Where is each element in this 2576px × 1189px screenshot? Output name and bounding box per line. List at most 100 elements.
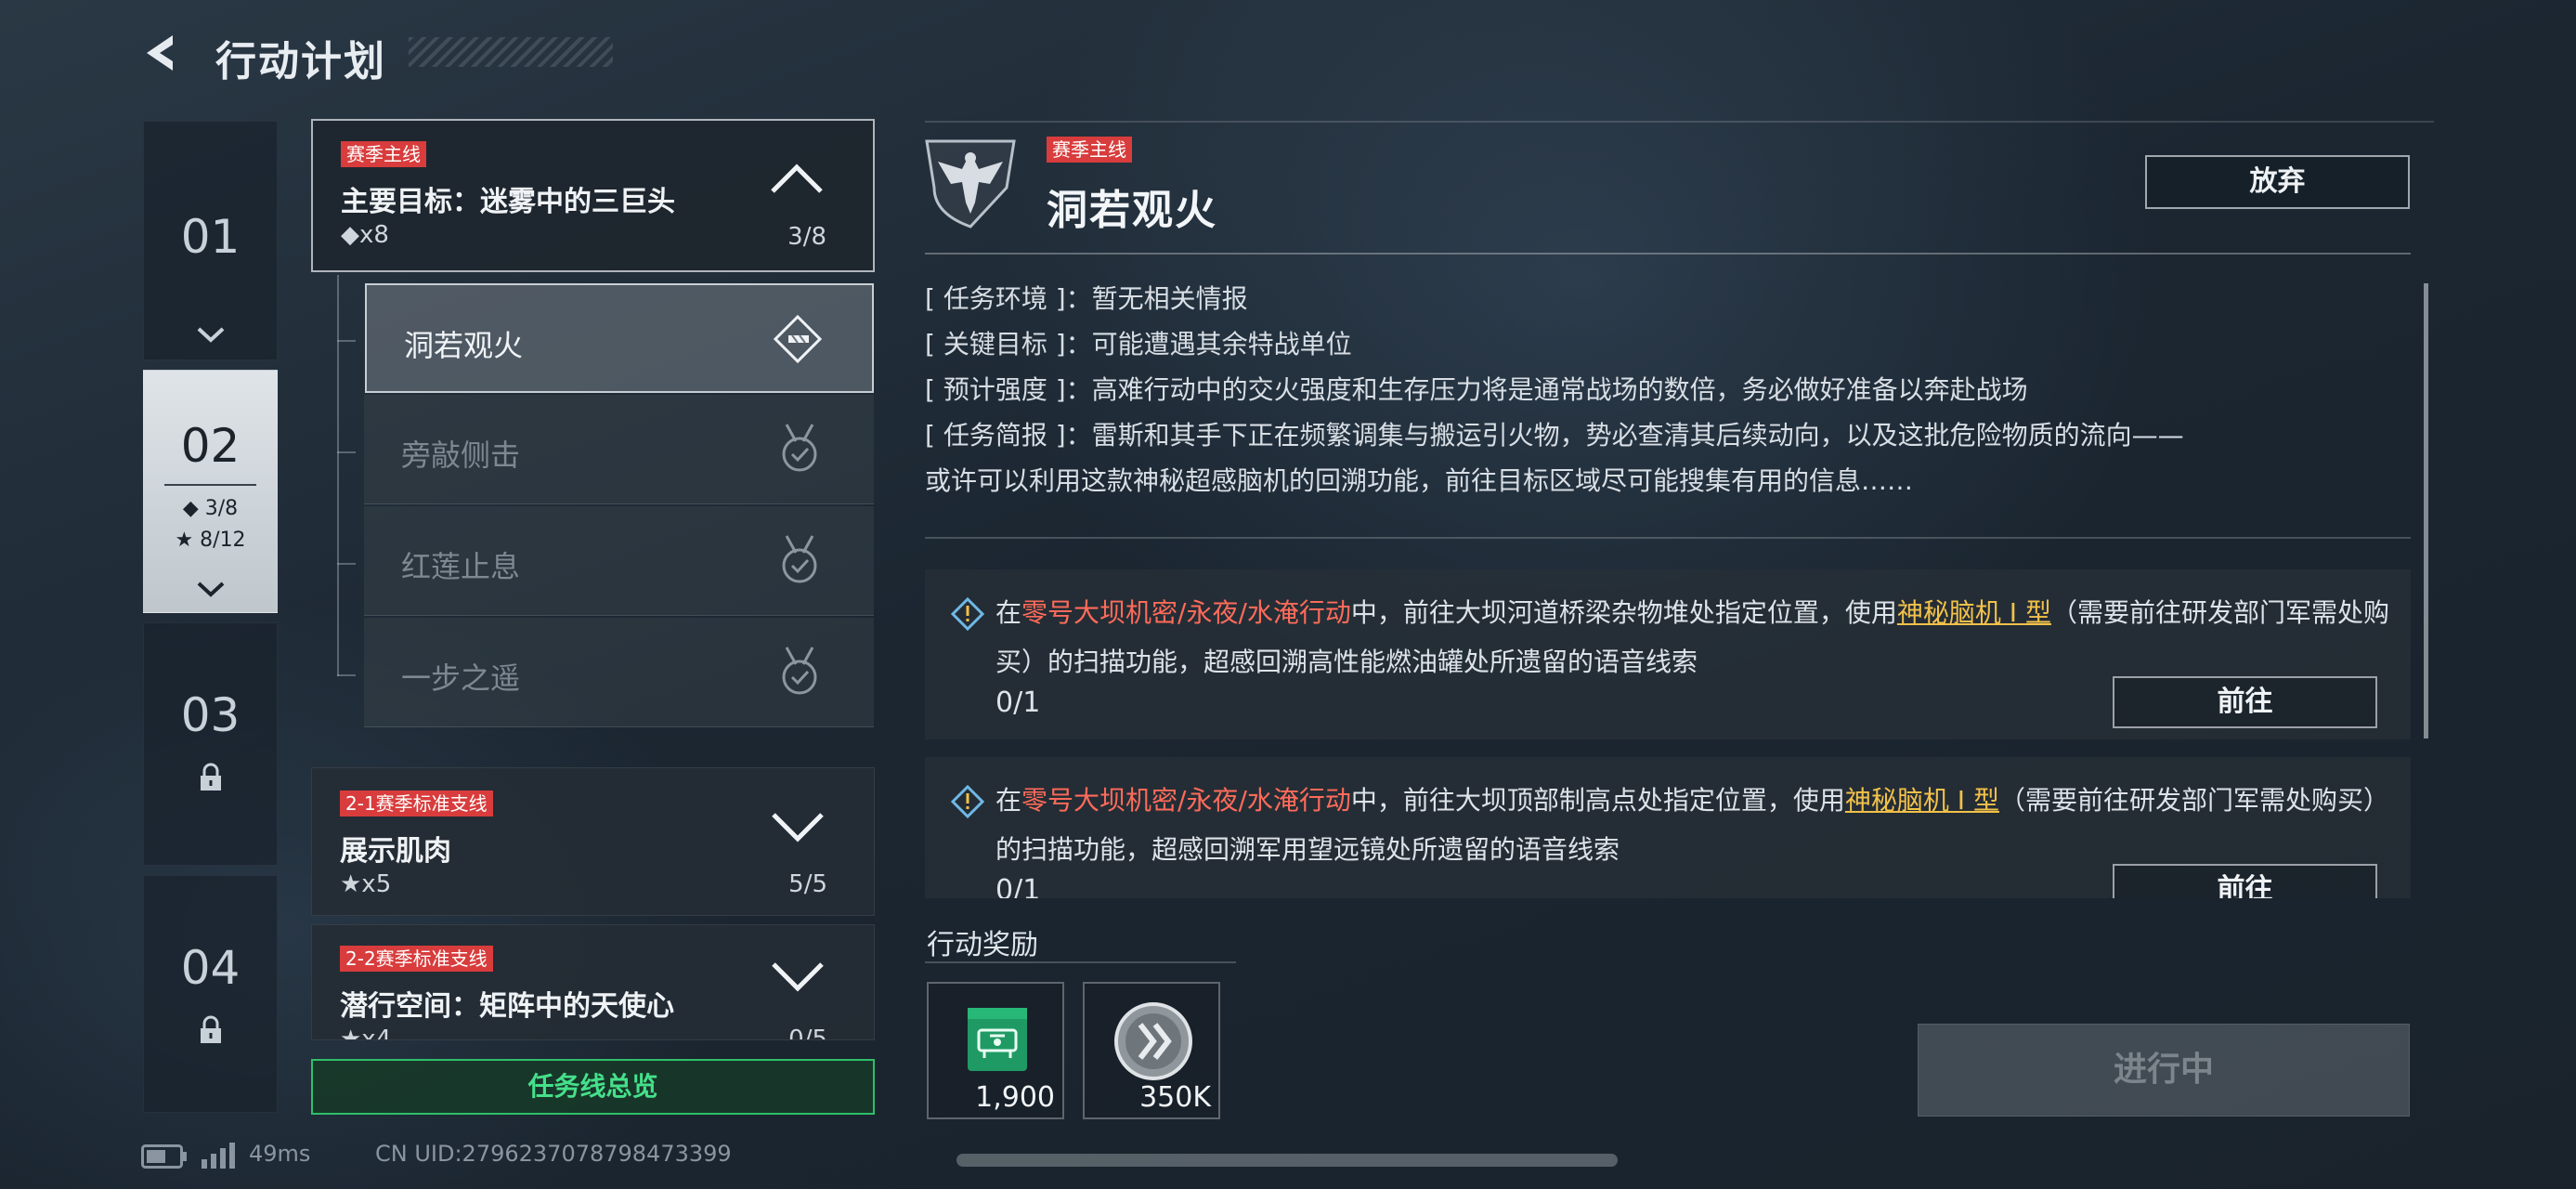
- mission-title: 展示肌肉: [340, 835, 451, 868]
- chevron-down-icon: [197, 327, 224, 343]
- objective-item-link[interactable]: 神秘脑机 I 型: [1845, 785, 1999, 816]
- chevron-up-icon[interactable]: [767, 160, 826, 197]
- info-environment: [ 任务环境 ]：暂无相关情报: [925, 279, 1248, 316]
- info-briefing-continued: 或许可以利用这款神秘超感脑机的回溯功能，前往目标区域尽可能搜集有用的信息……: [925, 461, 1913, 498]
- info-diamond-icon: [951, 785, 984, 818]
- objective-text: 中，前往大坝河道桥梁杂物堆处指定位置，使用: [1350, 597, 1897, 628]
- tree-tick: [337, 340, 356, 342]
- reward-tile[interactable]: 1,900: [927, 982, 1064, 1119]
- chapter-diamond-stat: ◆ 3/8: [182, 497, 239, 520]
- mission-card-side-2-1[interactable]: 2-1赛季标准支线 展示肌肉 ★x5 5/5: [311, 767, 875, 916]
- signal-strength-icon: [202, 1143, 235, 1169]
- info-key: [ 任务环境 ]：: [925, 283, 1092, 314]
- page-title: 行动计划: [215, 38, 386, 85]
- mission-card-side-2-2[interactable]: 2-2赛季标准支线 潜行空间：矩阵中的天使心 ★x4 0/5: [311, 924, 875, 1040]
- objective-description: 在零号大坝机密/永夜/水淹行动中，前往大坝河道桥梁杂物堆处指定位置，使用神秘脑机…: [995, 588, 2392, 686]
- info-key-target: [ 关键目标 ]：可能遭遇其余特战单位: [925, 324, 1352, 361]
- abandon-button[interactable]: 放弃: [2145, 155, 2410, 209]
- back-arrow-icon[interactable]: [139, 30, 186, 76]
- info-key: [ 任务简报 ]：: [925, 420, 1092, 451]
- detail-divider: [925, 253, 2411, 255]
- chapter-number: 01: [180, 210, 241, 264]
- objective-location: 零号大坝机密/永夜/水淹行动: [1021, 785, 1351, 816]
- tree-tick: [337, 563, 356, 565]
- subtask-label: 一步之遥: [401, 660, 521, 696]
- info-value: 高难行动中的交火强度和生存压力将是通常战场的数倍，务必做好准备以奔赴战场: [1091, 374, 2028, 405]
- chapter-04-tab[interactable]: 04: [143, 875, 278, 1113]
- completed-medal-icon: [782, 535, 817, 583]
- objective-description: 在零号大坝机密/永夜/水淹行动中，前往大坝顶部制高点处指定位置，使用神秘脑机 I…: [995, 776, 2392, 874]
- info-value: 或许可以利用这款神秘超感脑机的回溯功能，前往目标区域尽可能搜集有用的信息……: [925, 465, 1914, 496]
- rewards-label: 行动奖励: [927, 929, 1038, 961]
- subtask-label: 洞若观火: [404, 328, 524, 363]
- subtask-label: 旁敲侧击: [401, 438, 521, 473]
- info-value: 暂无相关情报: [1091, 283, 1248, 314]
- objective-progress: 0/1: [995, 874, 1041, 898]
- info-intensity: [ 预计强度 ]：高难行动中的交火强度和生存压力将是通常战场的数倍，务必做好准备…: [925, 370, 2028, 407]
- chapter-number: 02: [180, 419, 241, 473]
- lock-icon: [200, 763, 221, 790]
- objective-item-link[interactable]: 神秘脑机 I 型: [1897, 597, 2051, 628]
- chapter-divider: [164, 484, 256, 486]
- chapter-star-stat: ★ 8/12: [175, 529, 246, 552]
- ping-indicator: 49ms: [249, 1141, 311, 1167]
- detail-tag: 赛季主线: [1047, 137, 1132, 163]
- silver-coin-icon: [1114, 1002, 1192, 1080]
- chapter-number: 04: [180, 941, 241, 995]
- objective-location: 零号大坝机密/永夜/水淹行动: [1021, 597, 1351, 628]
- battery-icon: [141, 1144, 187, 1169]
- in-progress-badge-icon: [773, 314, 823, 364]
- subtask-item-selected[interactable]: 洞若观火: [365, 283, 874, 393]
- objective-card: 在零号大坝机密/永夜/水淹行动中，前往大坝河道桥梁杂物堆处指定位置，使用神秘脑机…: [925, 569, 2411, 739]
- header-decoration: [409, 37, 613, 67]
- completed-medal-icon: [782, 647, 817, 695]
- mission-progress: 3/8: [787, 223, 826, 251]
- info-key: [ 预计强度 ]：: [925, 374, 1092, 405]
- mission-tag: 2-1赛季标准支线: [340, 790, 493, 817]
- chapter-02-tab[interactable]: 02 ◆ 3/8 ★ 8/12: [143, 370, 278, 613]
- subtask-item[interactable]: 旁敲侧击: [364, 395, 874, 504]
- reward-tile[interactable]: 350K: [1083, 982, 1220, 1119]
- tree-tick: [337, 451, 356, 453]
- rewards-divider: [925, 961, 1236, 963]
- chapter-number: 03: [180, 688, 241, 742]
- chapter-03-tab[interactable]: 03: [143, 622, 278, 866]
- chapter-01-tab[interactable]: 01: [143, 121, 278, 360]
- in-progress-status-button: 进行中: [1918, 1024, 2410, 1117]
- objective-progress: 0/1: [995, 686, 1041, 719]
- detail-top-divider: [925, 121, 2434, 123]
- mission-overview-button[interactable]: 任务线总览: [311, 1059, 875, 1115]
- eagle-emblem-icon: [925, 139, 1016, 229]
- mission-reward: ★x5: [340, 870, 392, 898]
- mission-reward: ★x4: [340, 1026, 392, 1040]
- tree-connector: [337, 275, 339, 676]
- chevron-down-icon[interactable]: [768, 957, 827, 994]
- mission-tag: 2-2赛季标准支线: [340, 946, 493, 972]
- mission-tag: 赛季主线: [341, 141, 426, 167]
- objective-text: 中，前往大坝顶部制高点处指定位置，使用: [1350, 785, 1845, 816]
- mission-title: 主要目标：迷雾中的三巨头: [341, 186, 675, 218]
- chevron-down-icon: [197, 581, 224, 597]
- completed-medal-icon: [782, 424, 817, 472]
- info-value: 雷斯和其手下正在频繁调集与搬运引火物，势必查清其后续动向，以及这批危险物质的流向…: [1091, 420, 2184, 451]
- detail-scrollbar[interactable]: [2424, 283, 2428, 738]
- mission-progress: 0/5: [788, 1026, 827, 1040]
- reward-amount: 350K: [1139, 1081, 1211, 1114]
- subtask-item[interactable]: 红莲止息: [364, 506, 874, 616]
- uid-label: CN UID:2796237078798473399: [375, 1141, 732, 1167]
- subtask-item[interactable]: 一步之遥: [364, 618, 874, 727]
- tree-tick: [337, 674, 356, 676]
- lock-icon: [200, 1015, 221, 1043]
- info-briefing: [ 任务简报 ]：雷斯和其手下正在频繁调集与搬运引火物，势必查清其后续动向，以及…: [925, 415, 2184, 452]
- objective-card: 在零号大坝机密/永夜/水淹行动中，前往大坝顶部制高点处指定位置，使用神秘脑机 I…: [925, 757, 2411, 898]
- chevron-down-icon[interactable]: [768, 807, 827, 844]
- detail-title: 洞若观火: [1047, 187, 1217, 234]
- horizontal-scrollbar[interactable]: [956, 1154, 1618, 1167]
- info-diamond-icon: [951, 597, 984, 631]
- info-key: [ 关键目标 ]：: [925, 329, 1092, 359]
- goto-button[interactable]: 前往: [2113, 676, 2377, 728]
- goto-button[interactable]: 前往: [2113, 864, 2377, 898]
- mission-progress: 5/5: [788, 870, 827, 898]
- mission-card-main[interactable]: 赛季主线 主要目标：迷雾中的三巨头 ◆x8 3/8: [311, 119, 875, 272]
- objective-text: 在: [995, 785, 1022, 816]
